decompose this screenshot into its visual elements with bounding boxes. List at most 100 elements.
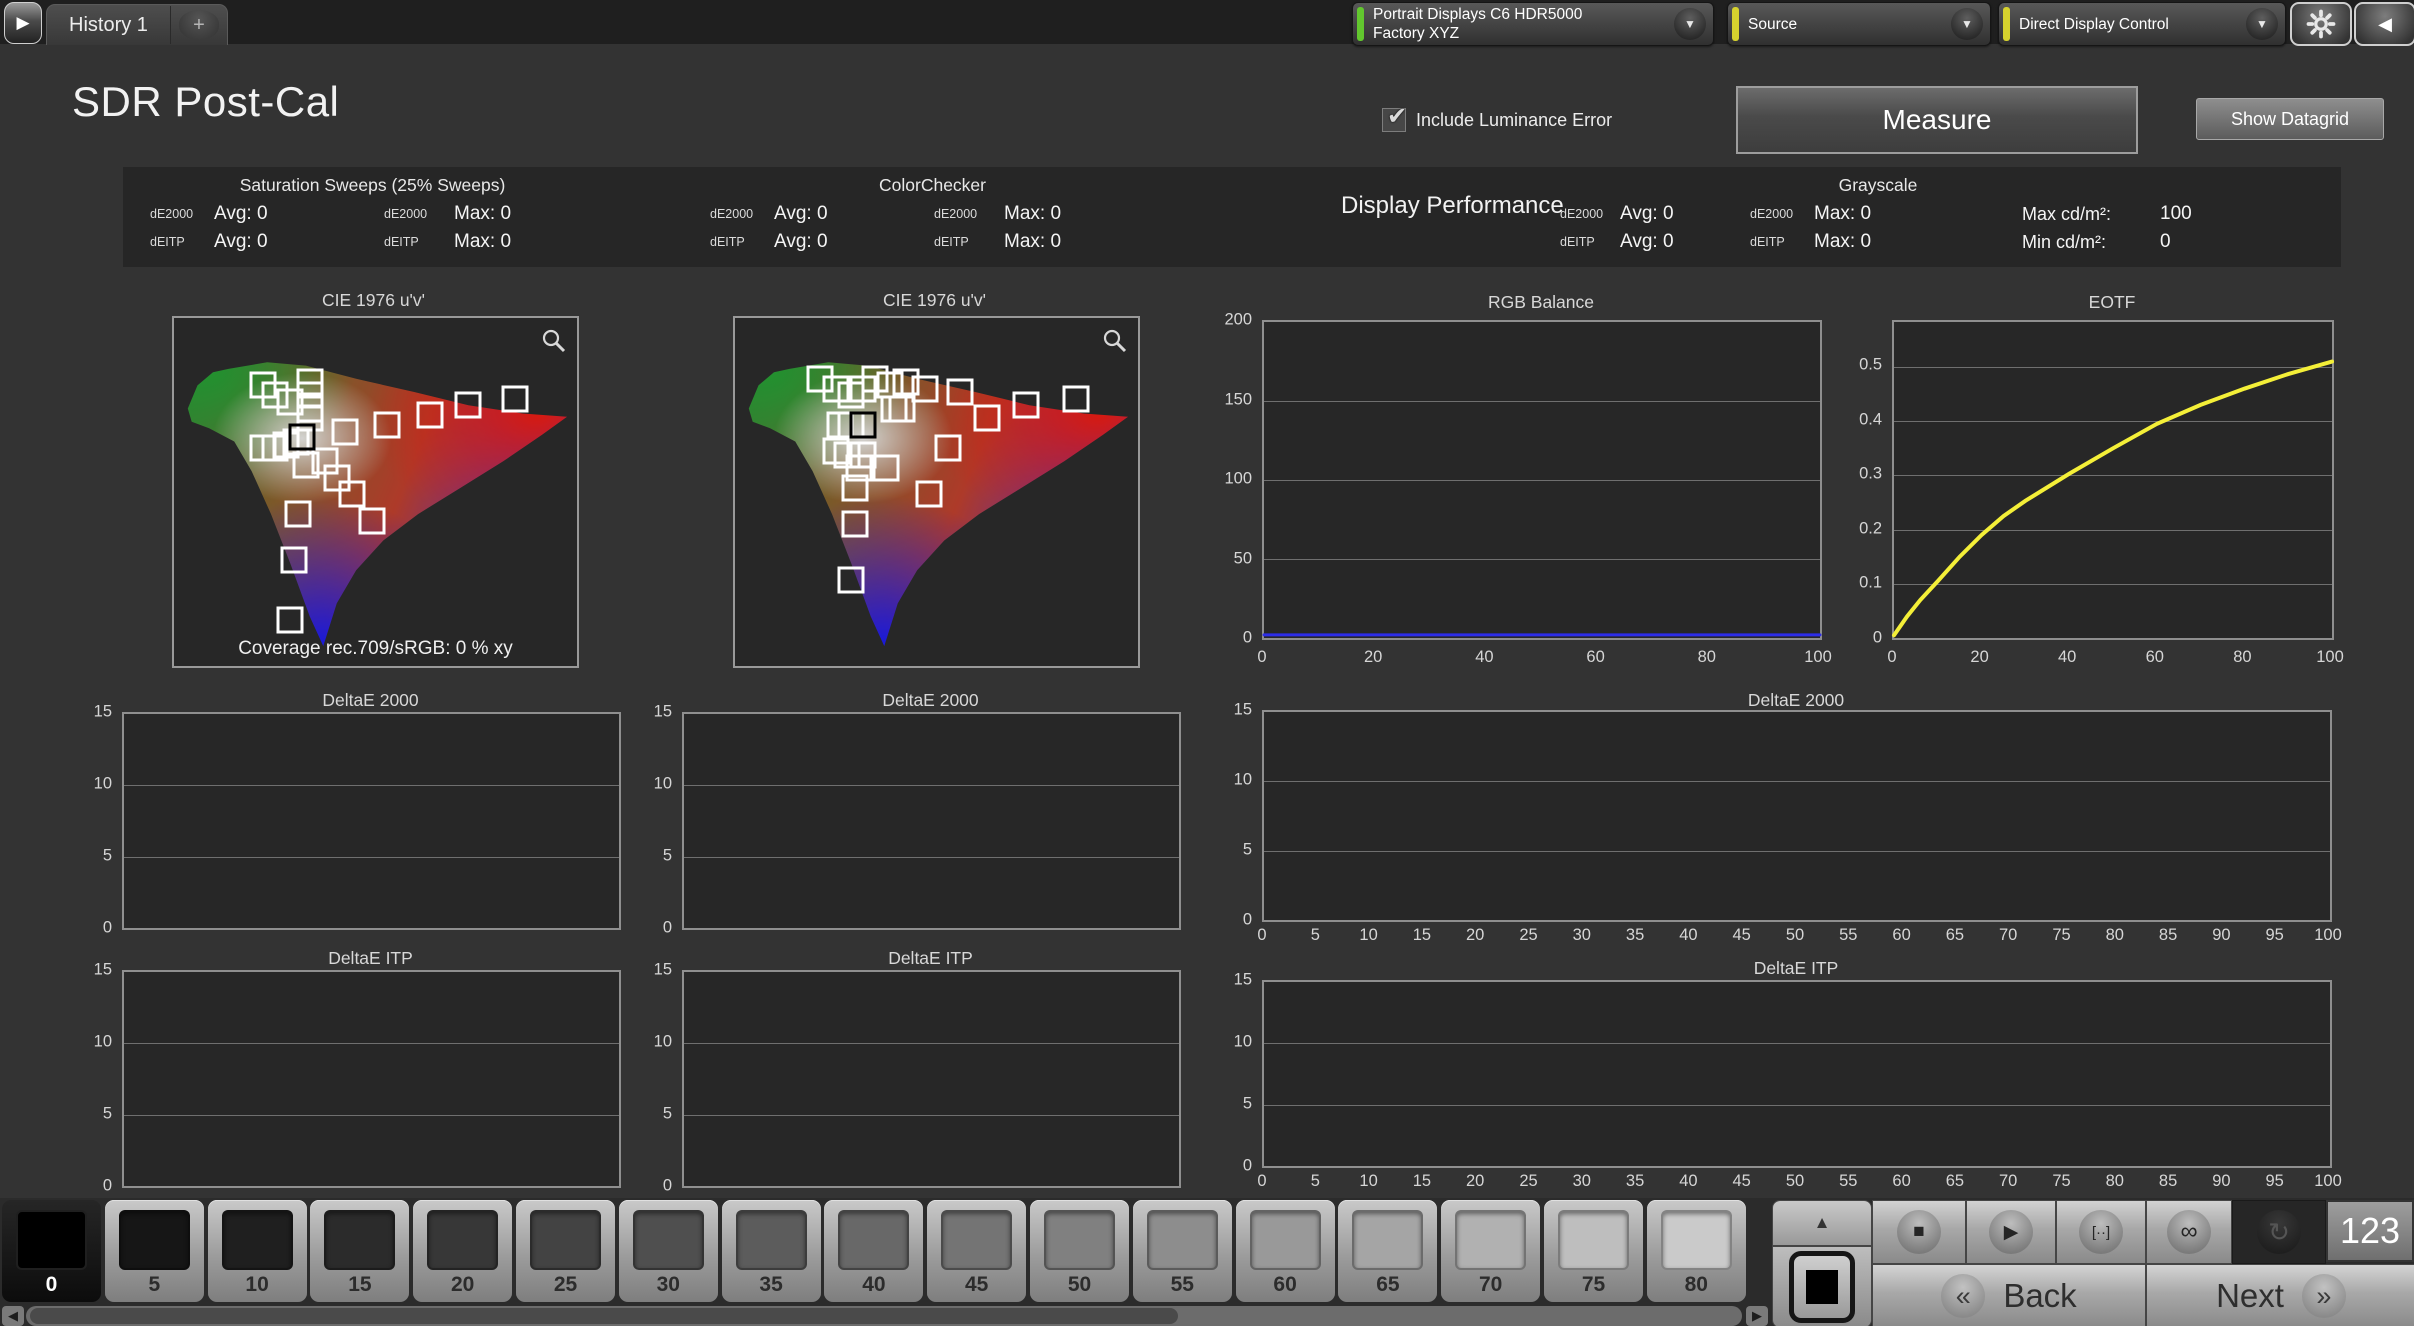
y-tick-label: 5 — [103, 846, 112, 865]
x-tick-label: 45 — [1733, 926, 1751, 945]
chevron-down-icon[interactable]: ▼ — [2246, 8, 2278, 40]
gamut-target-square — [1062, 385, 1089, 412]
patch-label: 25 — [516, 1273, 615, 1297]
magnifier-icon[interactable] — [541, 328, 567, 354]
add-tab-button[interactable]: + — [179, 10, 219, 40]
gray-patch-0[interactable]: 0 — [2, 1200, 101, 1302]
chevron-down-icon[interactable]: ▼ — [1674, 8, 1706, 40]
y-tick-label: 5 — [1243, 1095, 1252, 1114]
gridline — [1264, 851, 2330, 852]
gray-patch-10[interactable]: 10 — [208, 1200, 307, 1302]
collapse-strip-button[interactable]: ▲ — [1772, 1200, 1872, 1246]
gridline — [124, 785, 619, 786]
show-datagrid-button[interactable]: Show Datagrid — [2196, 98, 2384, 140]
gray-patch-65[interactable]: 65 — [1338, 1200, 1437, 1302]
refresh-button-active[interactable]: ↻ — [2232, 1200, 2326, 1264]
patch-swatch — [1044, 1210, 1115, 1270]
gridline — [684, 1115, 1179, 1116]
gray-patch-50[interactable]: 50 — [1030, 1200, 1129, 1302]
patch-label: 70 — [1441, 1273, 1540, 1297]
gray-patch-55[interactable]: 55 — [1133, 1200, 1232, 1302]
x-tick-label: 75 — [2052, 1172, 2070, 1191]
gamut-target-square — [1012, 392, 1039, 419]
max-luminance-label: Max cd/m²: — [2022, 204, 2160, 225]
grayscale-title: Grayscale — [1668, 175, 2088, 196]
x-tick-label: 50 — [1786, 926, 1804, 945]
checkmark-icon: ✔ — [1387, 102, 1407, 131]
measure-button[interactable]: Measure — [1736, 86, 2138, 154]
x-tick-label: 55 — [1839, 926, 1857, 945]
meter-dropdown[interactable]: Portrait Displays C6 HDR5000 Factory XYZ… — [1352, 2, 1714, 46]
page-title: SDR Post-Cal — [72, 78, 339, 126]
x-tick-label: 55 — [1839, 1172, 1857, 1191]
patch-scrollbar[interactable] — [26, 1306, 1742, 1326]
pattern-window-button[interactable] — [1772, 1246, 1872, 1326]
flyout-handle-icon[interactable]: ▶ — [4, 2, 42, 44]
gray-patch-75[interactable]: 75 — [1544, 1200, 1643, 1302]
source-dropdown[interactable]: Source ▼ — [1727, 2, 1991, 46]
gamut-target-square — [838, 567, 865, 594]
gray-patch-30[interactable]: 30 — [619, 1200, 718, 1302]
meter-status-stripe — [1357, 7, 1364, 41]
de2000-left-title: DeltaE 2000 — [122, 690, 619, 711]
rgb-balance-y-axis: 050100150200 — [1214, 320, 1258, 638]
y-tick-label: 0.4 — [1859, 410, 1882, 429]
cie2-chart — [733, 316, 1140, 668]
patch-swatch — [1352, 1210, 1423, 1270]
chevron-down-icon[interactable]: ▼ — [1951, 8, 1983, 40]
scrollbar-thumb[interactable] — [30, 1308, 1178, 1324]
luminance-stats: Max cd/m²: 100 Min cd/m²: 0 — [2022, 200, 2240, 256]
collapse-panel-button[interactable]: ◀ — [2354, 2, 2414, 46]
display-control-dropdown[interactable]: Direct Display Control ▼ — [1998, 2, 2286, 46]
include-luminance-checkbox[interactable]: ✔ — [1382, 108, 1406, 132]
y-tick-label: 150 — [1224, 390, 1252, 409]
patch-label: 45 — [927, 1273, 1026, 1297]
continuous-measure-button[interactable]: ∞ — [2146, 1200, 2232, 1264]
x-tick-label: 10 — [1359, 1172, 1377, 1191]
avg-value: Avg: 0 — [774, 203, 934, 225]
avg-value: Avg: 0 — [1620, 203, 1750, 225]
gray-patch-80[interactable]: 80 — [1647, 1200, 1746, 1302]
scroll-left-icon[interactable]: ◀ — [2, 1306, 24, 1326]
tab-history-1[interactable]: History 1 — [47, 14, 170, 37]
play-button[interactable]: ▶ — [1966, 1200, 2056, 1264]
back-button[interactable]: « Back — [1872, 1264, 2146, 1326]
x-tick-label: 40 — [2058, 648, 2076, 667]
eotf-y-axis: 00.10.20.30.40.5 — [1844, 320, 1888, 638]
avg-value: Avg: 0 — [774, 231, 934, 253]
gray-patch-25[interactable]: 25 — [516, 1200, 615, 1302]
x-tick-label: 65 — [1946, 1172, 1964, 1191]
patch-swatch — [1661, 1210, 1732, 1270]
y-tick-label: 0.5 — [1859, 356, 1882, 375]
scroll-right-icon[interactable]: ▶ — [1746, 1306, 1768, 1326]
colorchecker-stats: dE2000 Avg: 0 dE2000 Max: 0 dEITP Avg: 0… — [710, 200, 1144, 256]
x-tick-label: 50 — [1786, 1172, 1804, 1191]
measure-range-button[interactable]: [··] — [2056, 1200, 2146, 1264]
magnifier-icon[interactable] — [1102, 328, 1128, 354]
infinity-icon: ∞ — [2180, 1218, 2197, 1246]
patch-label: 75 — [1544, 1273, 1643, 1297]
deitp-mid-y-axis: 051015 — [634, 970, 678, 1186]
white-point-target — [288, 423, 315, 450]
gray-patch-40[interactable]: 40 — [824, 1200, 923, 1302]
gray-patch-70[interactable]: 70 — [1441, 1200, 1540, 1302]
gray-patch-20[interactable]: 20 — [413, 1200, 512, 1302]
gray-patch-45[interactable]: 45 — [927, 1200, 1026, 1302]
de2000-mid-plot — [682, 712, 1181, 930]
gray-patch-15[interactable]: 15 — [310, 1200, 409, 1302]
gray-patch-60[interactable]: 60 — [1236, 1200, 1335, 1302]
y-tick-label: 0 — [1243, 1157, 1252, 1176]
max-value: Max: 0 — [1814, 203, 1934, 225]
settings-button[interactable] — [2290, 2, 2352, 46]
metric-label: dEITP — [710, 235, 774, 249]
gear-icon — [2306, 9, 2336, 39]
x-tick-label: 80 — [2106, 1172, 2124, 1191]
next-button[interactable]: Next » — [2146, 1264, 2414, 1326]
gray-patch-35[interactable]: 35 — [722, 1200, 821, 1302]
gray-patch-5[interactable]: 5 — [105, 1200, 204, 1302]
stop-button[interactable]: ■ — [1872, 1200, 1966, 1264]
white-point-target — [849, 412, 876, 439]
patch-label: 50 — [1030, 1273, 1129, 1297]
y-tick-label: 15 — [654, 703, 672, 722]
cie1-target-layer — [182, 326, 569, 656]
